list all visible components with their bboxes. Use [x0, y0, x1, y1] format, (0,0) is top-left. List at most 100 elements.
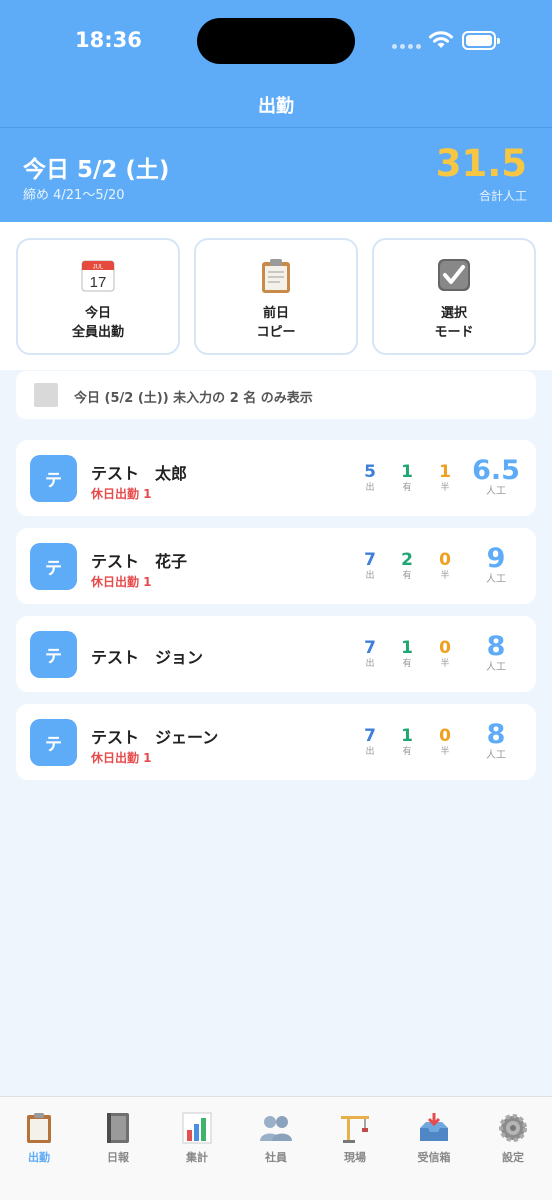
manday: 9 人工	[472, 544, 520, 586]
employee-name: テスト 花子	[91, 552, 188, 571]
manday-label: 人工	[486, 574, 506, 585]
tab-settings[interactable]: 設定	[474, 1111, 552, 1165]
action-label: 選択 モード	[374, 304, 534, 342]
manday-value: 9	[486, 543, 506, 574]
bar-chart-icon	[158, 1111, 236, 1145]
work-days-label: 出	[365, 483, 375, 493]
tab-attendance[interactable]: 出勤	[0, 1111, 78, 1165]
work-days-value: 7	[364, 726, 376, 746]
employee-card[interactable]: テ テスト 花子 休日出勤 1 7出 2有 0半 9 人工	[16, 528, 536, 604]
inbox-icon	[395, 1111, 473, 1145]
paid-leave-value: 1	[401, 462, 413, 482]
unentered-filter-toggle[interactable]: 今日 (5/2 (土)) 未入力の 2 名 のみ表示	[16, 371, 536, 419]
total-manday-value: 31.5	[435, 142, 527, 185]
notebook-icon	[79, 1111, 157, 1145]
header: 18:36 出勤 今日 5/2 (土) 締め 4/21〜5/20 31.5 合計…	[0, 0, 552, 222]
calendar-month: JUL	[93, 265, 104, 271]
half-days-label: 半	[440, 571, 450, 581]
select-mode-button[interactable]: 選択 モード	[372, 238, 536, 355]
employee-name: テスト ジョン	[91, 648, 204, 667]
page-title: 出勤	[258, 96, 294, 117]
manday-label: 人工	[486, 750, 506, 761]
holiday-work-badge: 休日出勤 1	[91, 575, 152, 589]
holiday-work-badge: 休日出勤 1	[91, 487, 152, 501]
paid-leave-value: 1	[401, 638, 413, 658]
half-days-label: 半	[440, 483, 450, 493]
half-days-value: 1	[439, 462, 451, 482]
filter-label: 今日 (5/2 (土)) 未入力の 2 名 のみ表示	[74, 391, 313, 406]
paid-leave-value: 1	[401, 726, 413, 746]
tab-site[interactable]: 現場	[316, 1111, 394, 1165]
half-days-value: 0	[439, 726, 451, 746]
action-label-line1: 選択	[440, 306, 467, 321]
manday: 8 人工	[472, 720, 520, 762]
tab-label: 日報	[107, 1151, 129, 1164]
signal-icon	[392, 44, 421, 49]
half-days-label: 半	[440, 659, 450, 669]
work-days: 7出	[358, 638, 382, 670]
copy-previous-day-button[interactable]: 前日 コピー	[194, 238, 358, 355]
paid-leave-value: 2	[401, 550, 413, 570]
work-days-label: 出	[365, 659, 375, 669]
clipboard-icon	[0, 1111, 78, 1145]
paid-leave: 2有	[395, 550, 419, 582]
action-label-line1: 前日	[262, 306, 289, 321]
action-panel: JUL 17 今日 全員出勤 前日 コピー 選択 モード	[0, 222, 552, 370]
half-days-value: 0	[439, 550, 451, 570]
manday: 8 人工	[472, 632, 520, 674]
manday-label: 人工	[486, 662, 506, 673]
total-manday-label: 合計人工	[478, 189, 527, 203]
employee-card[interactable]: テ テスト 太郎 休日出勤 1 5出 1有 1半 6.5 人工	[16, 440, 536, 516]
tab-label: 設定	[502, 1151, 524, 1164]
action-label: 今日 全員出勤	[18, 304, 178, 342]
dynamic-island	[197, 18, 355, 64]
all-attend-today-button[interactable]: JUL 17 今日 全員出勤	[16, 238, 180, 355]
employee-card[interactable]: テ テスト ジョン 7出 1有 0半 8 人工	[16, 616, 536, 692]
people-icon	[237, 1111, 315, 1145]
work-days-value: 7	[364, 550, 376, 570]
tab-label: 集計	[186, 1151, 208, 1164]
half-days: 0半	[433, 726, 457, 758]
tab-label: 受信箱	[417, 1151, 451, 1164]
work-days-value: 5	[364, 462, 376, 482]
work-days-label: 出	[365, 571, 375, 581]
action-label-line2: コピー	[256, 325, 296, 340]
paid-leave: 1有	[395, 726, 419, 758]
today-date: 今日 5/2 (土)	[23, 157, 170, 183]
work-days-label: 出	[365, 747, 375, 757]
paid-leave-label: 有	[402, 747, 412, 757]
action-label: 前日 コピー	[196, 304, 356, 342]
paid-leave-label: 有	[402, 483, 412, 493]
calendar-day: 17	[90, 274, 107, 291]
avatar: テ	[30, 455, 77, 502]
gear-icon	[474, 1111, 552, 1145]
checkbox-icon	[374, 258, 534, 294]
filter-checkbox[interactable]	[34, 383, 58, 407]
wifi-icon	[429, 31, 453, 48]
work-days: 5出	[358, 462, 382, 494]
paid-leave: 1有	[395, 462, 419, 494]
work-days-value: 7	[364, 638, 376, 658]
half-days-value: 0	[439, 638, 451, 658]
employee-name: テスト ジェーン	[91, 728, 219, 747]
avatar: テ	[30, 631, 77, 678]
tab-summary[interactable]: 集計	[158, 1111, 236, 1165]
tab-inbox[interactable]: 受信箱	[395, 1111, 473, 1165]
employee-name: テスト 太郎	[91, 464, 188, 483]
closing-period: 締め 4/21〜5/20	[23, 188, 125, 203]
work-days: 7出	[358, 550, 382, 582]
action-label-line2: 全員出勤	[71, 325, 124, 340]
paid-leave-label: 有	[402, 571, 412, 581]
manday: 6.5 人工	[472, 456, 520, 498]
manday-label: 人工	[486, 486, 506, 497]
tab-staff[interactable]: 社員	[237, 1111, 315, 1165]
work-days: 7出	[358, 726, 382, 758]
employee-card[interactable]: テ テスト ジェーン 休日出勤 1 7出 1有 0半 8 人工	[16, 704, 536, 780]
action-label-line2: モード	[434, 325, 474, 340]
half-days: 1半	[433, 462, 457, 494]
paid-leave-label: 有	[402, 659, 412, 669]
avatar: テ	[30, 543, 77, 590]
holiday-work-badge: 休日出勤 1	[91, 751, 152, 765]
manday-value: 8	[486, 631, 506, 662]
tab-daily-report[interactable]: 日報	[79, 1111, 157, 1165]
